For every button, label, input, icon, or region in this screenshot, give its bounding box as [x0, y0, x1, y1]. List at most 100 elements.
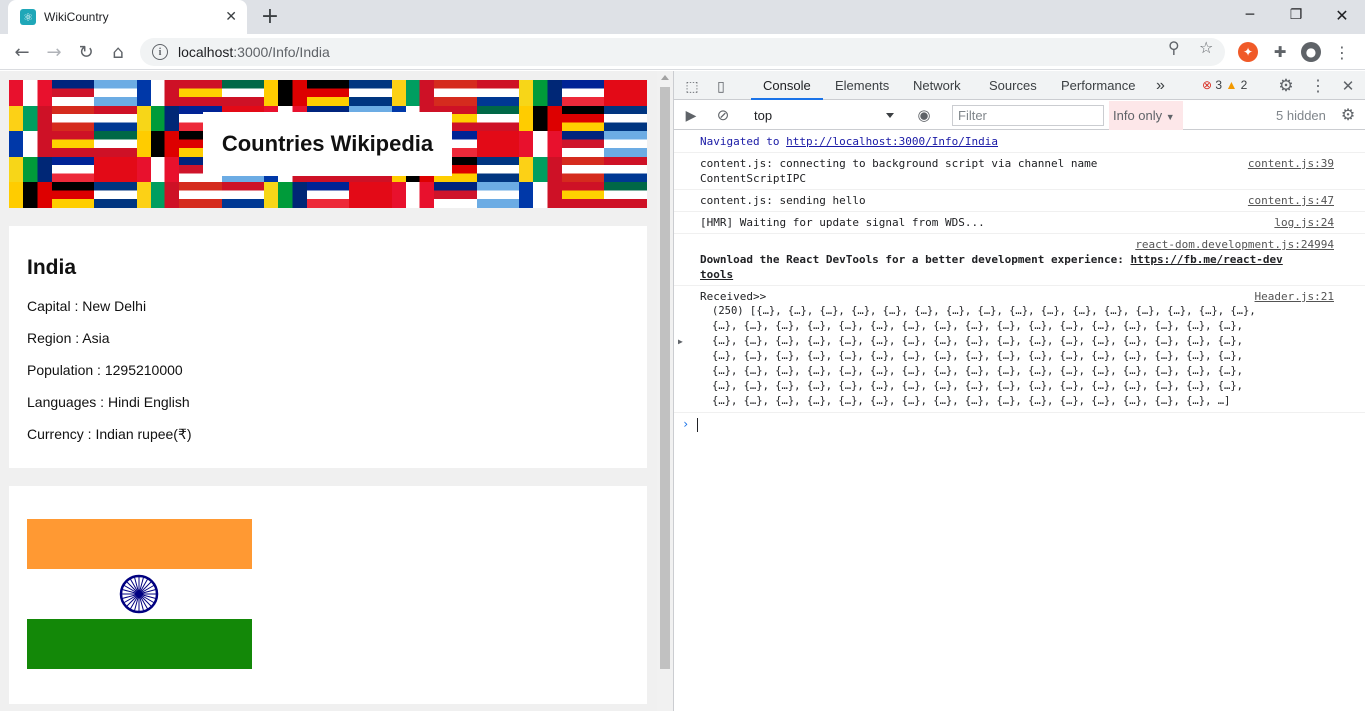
console-prompt[interactable]: ›	[674, 413, 1365, 435]
tab-elements[interactable]: Elements	[835, 71, 889, 100]
expand-triangle-icon[interactable]: ▶	[678, 334, 683, 349]
country-info-card: India Capital : New Delhi Region : Asia …	[9, 226, 647, 468]
source-link[interactable]: content.js:47	[1248, 193, 1334, 208]
page-viewport: Countries Wikipedia India Capital : New …	[0, 71, 673, 711]
puzzle-extensions-icon[interactable]: ✚	[1270, 42, 1290, 62]
banner-flag-tile	[136, 182, 180, 208]
react-devtools-link[interactable]: https://fb.me/react-dev	[1130, 253, 1282, 266]
banner-flag-tile	[94, 105, 137, 132]
clear-console-icon[interactable]: ⊘	[714, 106, 732, 124]
console-message: react-dom.development.js:24994 Download …	[674, 234, 1365, 286]
banner-flag-tile	[264, 80, 307, 106]
flag-green-band	[27, 619, 252, 669]
banner-flag-tile	[51, 156, 95, 183]
site-info-icon[interactable]: i	[152, 44, 168, 60]
currency-text: Currency : Indian rupee(₹)	[27, 426, 192, 442]
console-message: [HMR] Waiting for update signal from WDS…	[674, 212, 1365, 234]
console-filter-input[interactable]: Filter	[952, 105, 1104, 126]
banner-flag-tile	[604, 156, 647, 183]
flag-card	[9, 486, 647, 704]
source-link[interactable]: content.js:39	[1248, 156, 1334, 171]
flag-white-band	[27, 569, 252, 619]
page-scrollbar[interactable]	[657, 71, 673, 711]
tab-close-icon[interactable]: ✕	[225, 9, 237, 25]
extension-icon[interactable]: ✦	[1238, 42, 1258, 62]
more-tabs-icon[interactable]: »	[1156, 71, 1165, 100]
banner-flag-tile	[476, 131, 520, 157]
scrollbar-thumb[interactable]	[660, 87, 670, 669]
close-window-icon[interactable]: ✕	[1319, 0, 1365, 30]
address-bar[interactable]: i localhost:3000/Info/India	[140, 38, 1225, 66]
array-line: {…}, {…}, {…}, {…}, {…}, {…}, {…}, {…}, …	[712, 350, 1244, 362]
minimize-icon[interactable]: ─	[1227, 0, 1273, 30]
banner-flag-tile	[434, 80, 477, 106]
tab-strip: ⚛ WikiCountry ✕ + ─ ❐ ✕	[0, 0, 1365, 34]
react-devtools-link-cont[interactable]: tools	[700, 268, 733, 281]
array-preview[interactable]: ▶ (250) [{…}, {…}, {…}, {…}, {…}, {…}, {…	[678, 304, 1365, 409]
forward-icon[interactable]: →	[40, 38, 68, 66]
tab-title: WikiCountry	[44, 10, 109, 24]
restore-icon[interactable]: ❐	[1273, 0, 1319, 30]
banner-flag-tile	[221, 182, 265, 208]
context-selector[interactable]: top	[748, 105, 898, 126]
banner-flag-tile	[51, 105, 95, 132]
devtools-menu-icon[interactable]: ⋮	[1309, 77, 1327, 95]
source-link[interactable]: log.js:24	[1274, 215, 1334, 230]
console-message: content.js: sending hello content.js:47	[674, 190, 1365, 212]
log-levels-dropdown[interactable]: Info only ▼	[1109, 101, 1183, 130]
back-icon[interactable]: ←	[8, 38, 36, 66]
languages-text: Languages : Hindi English	[27, 394, 190, 410]
array-line: {…}, {…}, {…}, {…}, {…}, {…}, {…}, {…}, …	[712, 380, 1244, 392]
console-settings-gear-icon[interactable]: ⚙	[1339, 106, 1357, 124]
tab-sources[interactable]: Sources	[989, 71, 1037, 100]
inspect-element-icon[interactable]: ⬚	[683, 77, 701, 95]
banner-title: Countries Wikipedia	[203, 112, 452, 176]
message-text: [HMR] Waiting for update signal from WDS…	[700, 216, 985, 229]
console-message: Navigated to http://localhost:3000/Info/…	[674, 131, 1365, 153]
source-link[interactable]: Header.js:21	[1255, 289, 1334, 304]
banner-flag-tile	[519, 131, 562, 157]
banner-flag-tile	[221, 80, 265, 106]
browser-tab[interactable]: ⚛ WikiCountry ✕	[8, 0, 247, 34]
india-flag-image	[27, 519, 252, 669]
reload-icon[interactable]: ↻	[72, 38, 100, 66]
prompt-chevron-icon: ›	[682, 417, 690, 431]
tab-console[interactable]: Console	[751, 71, 823, 100]
chrome-menu-icon[interactable]: ⋮	[1332, 42, 1352, 62]
banner-flag-tile	[561, 182, 605, 208]
console-toolbar: ▶ ⊘ top ◉ Filter Info only ▼ 5 hidden ⚙	[674, 101, 1365, 130]
banner-flag-tile	[519, 182, 562, 208]
settings-gear-icon[interactable]: ⚙	[1277, 76, 1295, 95]
banner-flag-tile	[94, 182, 137, 208]
show-sidebar-icon[interactable]: ▶	[682, 106, 700, 124]
banner-flag-tile	[604, 131, 647, 157]
profile-avatar-icon[interactable]: ●	[1301, 42, 1321, 62]
scroll-up-arrow-icon[interactable]	[661, 75, 669, 80]
banner-flag-tile	[391, 80, 435, 106]
nav-url-link[interactable]: http://localhost:3000/Info/India	[786, 135, 998, 148]
population-text: Population : 1295210000	[27, 362, 183, 378]
warning-count: 2	[1240, 78, 1248, 92]
react-favicon-icon: ⚛	[20, 9, 36, 25]
new-tab-button[interactable]: +	[258, 4, 282, 30]
zoom-search-icon[interactable]: ⚲	[1168, 38, 1180, 57]
banner-flag-tile	[9, 156, 52, 183]
levels-chevron-icon: ▼	[1165, 112, 1175, 122]
url-text[interactable]: localhost:3000/Info/India	[178, 44, 330, 60]
bookmark-star-icon[interactable]: ☆	[1199, 38, 1213, 57]
capital-text: Capital : New Delhi	[27, 298, 147, 314]
device-toolbar-icon[interactable]: ▯	[712, 77, 730, 95]
close-devtools-icon[interactable]: ✕	[1339, 77, 1357, 95]
browser-toolbar: ← → ↻ ⌂ i localhost:3000/Info/India ⚲ ☆ …	[0, 34, 1365, 70]
log-levels-value: Info only	[1113, 108, 1163, 123]
console-message: Received>> Header.js:21 ▶ (250) [{…}, {……	[674, 286, 1365, 413]
tab-performance[interactable]: Performance	[1061, 71, 1135, 100]
tab-network[interactable]: Network	[913, 71, 961, 100]
banner-flag-tile	[476, 182, 520, 208]
issues-counter[interactable]: ⊗ 3 ▲ 2	[1202, 78, 1247, 92]
warning-icon: ▲	[1225, 78, 1238, 92]
source-link[interactable]: react-dom.development.js:24994	[1135, 237, 1334, 252]
home-icon[interactable]: ⌂	[104, 38, 132, 66]
hidden-messages-count: 5 hidden	[1276, 108, 1326, 123]
live-expression-eye-icon[interactable]: ◉	[915, 106, 933, 124]
